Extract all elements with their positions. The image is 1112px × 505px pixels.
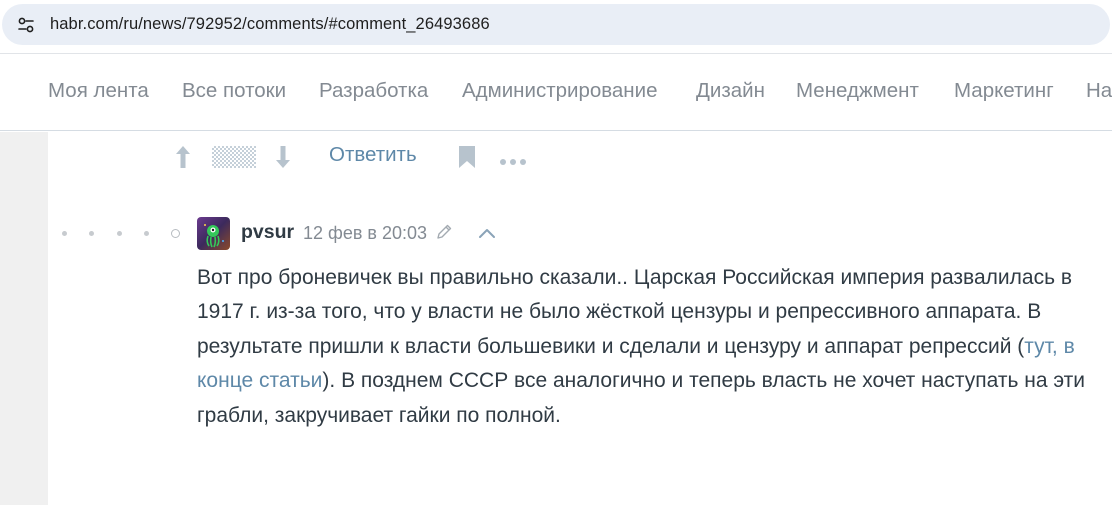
comment-text-part-1: Вот про броневичек вы правильно сказали.…: [197, 266, 1073, 358]
nav-item-truncated[interactable]: На: [1086, 79, 1112, 103]
comment-text: Вот про броневичек вы правильно сказали.…: [197, 261, 1097, 433]
nav-item-management[interactable]: Менеджмент: [796, 79, 919, 103]
vote-up-icon[interactable]: [174, 144, 192, 175]
browser-toolbar: habr.com/ru/news/792952/comments/#commen…: [0, 0, 1112, 52]
url-text[interactable]: habr.com/ru/news/792952/comments/#commen…: [50, 15, 490, 34]
comment-author[interactable]: pvsur: [241, 221, 294, 244]
left-gutter: [0, 132, 48, 505]
rating-placeholder: [212, 144, 256, 175]
vote-down-icon[interactable]: [274, 144, 292, 175]
nav-item-development[interactable]: Разработка: [319, 79, 428, 103]
comment-date[interactable]: 12 фев в 20:03: [303, 223, 427, 244]
go-to-parent-chevron-up-icon[interactable]: [478, 226, 496, 244]
comment-text-part-2: ). В позднем СССР все аналогично и тепер…: [197, 369, 1085, 427]
address-bar[interactable]: habr.com/ru/news/792952/comments/#commen…: [2, 4, 1110, 45]
nav-item-marketing[interactable]: Маркетинг: [954, 79, 1054, 103]
more-options-icon[interactable]: [499, 153, 527, 171]
nav-item-all-streams[interactable]: Все потоки: [182, 79, 286, 103]
site-settings-icon[interactable]: [16, 15, 36, 35]
thread-current-level-ring: [171, 229, 180, 238]
thread-level-dot: [62, 231, 67, 236]
thread-level-dot: [89, 231, 94, 236]
comments-area: Ответить pvsur 12 фев в 20:03 Вот про бр…: [48, 132, 1112, 505]
edited-pencil-icon: [435, 223, 453, 246]
reply-button[interactable]: Ответить: [329, 143, 417, 167]
nav-item-my-feed[interactable]: Моя лента: [48, 79, 149, 103]
thread-level-dot: [117, 231, 122, 236]
nav-item-administration[interactable]: Администрирование: [462, 79, 657, 103]
bookmark-icon[interactable]: [458, 145, 476, 174]
hub-navigation: Моя лента Все потоки Разработка Админист…: [0, 53, 1112, 131]
avatar[interactable]: [197, 217, 230, 250]
nav-item-design[interactable]: Дизайн: [696, 79, 765, 103]
thread-level-dot: [144, 231, 149, 236]
